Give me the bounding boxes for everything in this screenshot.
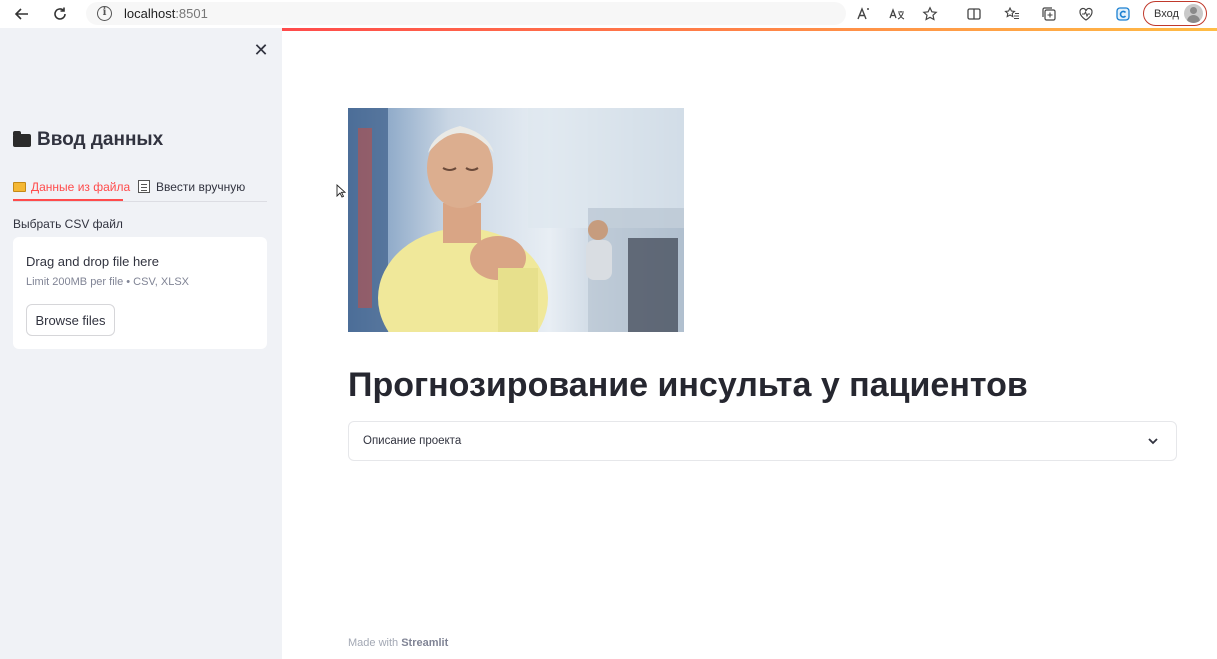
browse-files-button[interactable]: Browse files [26, 304, 115, 336]
tab-manual-input[interactable]: Ввести вручную [138, 172, 245, 201]
hero-image [348, 108, 684, 332]
chevron-down-icon [1148, 438, 1158, 445]
tab-file-data[interactable]: Данные из файла [13, 172, 130, 201]
translate-icon[interactable] [887, 4, 907, 24]
tab-file-data-label: Данные из файла [31, 179, 131, 194]
dropzone-title: Drag and drop file here [26, 254, 159, 269]
page-title: Прогнозирование инсульта у пациентов [348, 366, 1028, 404]
elderly-man-chest-pain-image [348, 108, 684, 332]
login-label: Вход [1154, 7, 1179, 20]
avatar-icon [1184, 4, 1203, 23]
footer-prefix: Made with [348, 637, 399, 649]
file-uploader-label: Выбрать CSV файл [13, 217, 123, 231]
input-tabs: Данные из файла Ввести вручную [13, 172, 267, 202]
split-screen-icon[interactable] [964, 4, 984, 24]
favorites-list-icon[interactable] [1002, 4, 1022, 24]
sidebar-title: Ввод данных [13, 129, 163, 151]
active-tab-indicator [13, 199, 123, 201]
sidebar: ✕ Ввод данных Данные из файла Ввести вру… [0, 28, 282, 659]
tab-manual-input-label: Ввести вручную [156, 179, 246, 194]
browser-toolbar: i localhost:8501 Вход [0, 0, 1217, 28]
browser-essentials-icon[interactable] [1076, 4, 1096, 24]
project-description-expander[interactable]: Описание проекта [348, 421, 1177, 461]
dropzone-limit: Limit 200MB per file • CSV, XLSX [26, 276, 190, 288]
read-aloud-icon[interactable] [854, 4, 874, 24]
address-bar[interactable]: i localhost:8501 [86, 2, 846, 25]
site-info-icon[interactable]: i [97, 6, 112, 21]
back-arrow-icon[interactable] [8, 0, 36, 28]
footer-brand-link[interactable]: Streamlit [401, 637, 448, 649]
reload-icon[interactable] [46, 0, 74, 28]
mouse-cursor-icon [336, 184, 346, 198]
edge-copilot-icon[interactable] [1113, 4, 1133, 24]
file-folder-icon [13, 130, 31, 147]
header-decoration [282, 28, 1217, 31]
profile-login-button[interactable]: Вход [1143, 1, 1207, 26]
expander-label: Описание проекта [363, 435, 462, 447]
sidebar-title-text: Ввод данных [37, 129, 164, 150]
close-sidebar-icon[interactable]: ✕ [251, 40, 271, 60]
collections-icon[interactable] [1039, 4, 1059, 24]
open-folder-icon [13, 181, 26, 192]
memo-icon [138, 180, 150, 193]
url-text: localhost:8501 [124, 6, 208, 21]
favorite-star-icon[interactable] [920, 4, 940, 24]
footer: Made with Streamlit [348, 637, 448, 649]
file-dropzone[interactable]: Drag and drop file here Limit 200MB per … [13, 237, 267, 349]
